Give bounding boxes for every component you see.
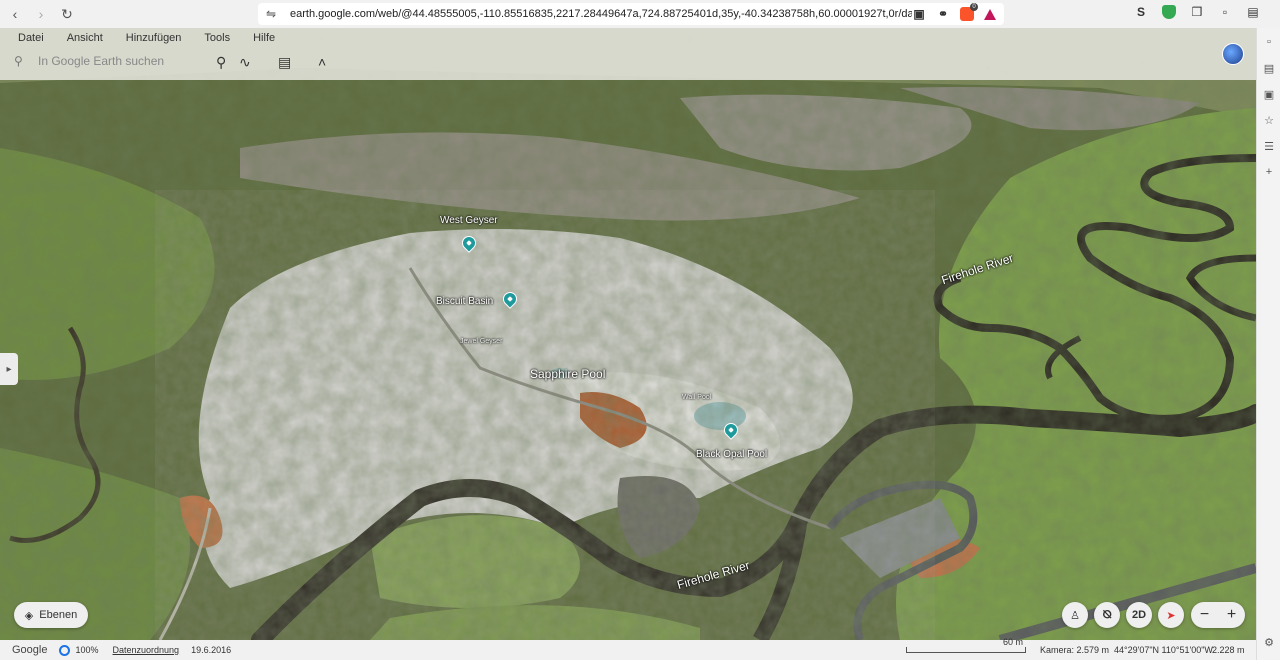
scale-value: 60 m [1002,637,1023,647]
imagery-date: 19.6.2016 [191,645,232,655]
zoom-control: − + [1191,602,1245,628]
layers-label: Ebenen [39,609,78,621]
brave-rewards-icon[interactable] [984,8,996,20]
menu-ansicht[interactable]: Ansicht [67,32,103,44]
browser-toolbar: ‹ › ↻ ☐ ⇋ earth.google.com/web/@44.48555… [0,0,1280,28]
downloads-icon[interactable]: ▫ [1218,5,1232,19]
layers-button[interactable]: ◈ Ebenen [14,602,88,628]
expand-panel-chevron-icon[interactable]: ▸ [0,353,18,385]
add-path-icon[interactable]: ∿ [239,54,251,71]
account-avatar[interactable] [1222,43,1244,65]
search-input[interactable]: In Google Earth suchen [38,54,164,68]
leo-icon[interactable]: ☆ [1257,108,1280,132]
wallet-icon[interactable]: ▤ [1246,5,1260,19]
menu-hilfe[interactable]: Hilfe [253,32,275,44]
camera-altitude: Kamera: 2.579 m [1040,645,1110,655]
loading-indicator-icon [59,644,71,656]
wallet-sidebar-icon[interactable]: ▣ [1257,82,1280,106]
compass-icon[interactable]: ➤ [1158,602,1184,628]
menu-tools[interactable]: Tools [204,32,230,44]
bookmarks-icon[interactable]: ▫ [1257,30,1280,54]
menu-bar: Datei Ansicht Hinzufügen Tools Hilfe [18,32,275,44]
search-icon: ⚲ [14,54,23,68]
forward-icon[interactable]: › [30,3,52,25]
collapse-chevron-icon[interactable]: ˄ [318,54,326,70]
install-app-icon[interactable]: ▣ [912,7,926,21]
add-panel-icon[interactable]: + [1257,160,1280,184]
tabs-icon[interactable]: ▤ [1257,56,1280,80]
share-icon[interactable]: ⚭ [936,7,950,21]
measure-icon[interactable]: ▤ [278,54,291,71]
place-label-biscuit-basin[interactable]: Biscuit Basin [436,296,493,307]
sidebar-settings-gear-icon[interactable]: ⚙ [1257,630,1280,654]
cursor-coordinates: 44°29'07"N 110°51'00"W [1114,645,1213,655]
attribution-link[interactable]: Datenzuordnung [113,645,180,655]
place-label-black-opal-pool[interactable]: Black Opal Pool [696,449,767,460]
brave-shields-icon[interactable]: 0 [960,3,978,21]
back-icon[interactable]: ‹ [4,3,26,25]
search-box[interactable]: ⚲ In Google Earth suchen [14,54,164,68]
zoom-in-button[interactable]: + [1227,606,1236,624]
pegman-icon[interactable]: ♙ [1062,602,1088,628]
extensions-puzzle-icon[interactable]: ❒ [1190,5,1204,19]
site-settings-icon[interactable]: ⇋ [266,7,282,21]
extension-shield-icon[interactable] [1162,5,1176,19]
address-bar[interactable]: ⇋ earth.google.com/web/@44.48555005,-110… [258,3,1004,25]
mode-2d-button[interactable]: 2D [1126,602,1152,628]
url-text[interactable]: earth.google.com/web/@44.48555005,-110.8… [290,8,912,20]
zoom-out-button[interactable]: − [1200,606,1209,624]
tilt-toggle-icon[interactable]: ⦰ [1094,602,1120,628]
menu-datei[interactable]: Datei [18,32,44,44]
status-bar: Google 100% Datenzuordnung 19.6.2016 60 … [0,637,1256,660]
place-label-jewel-geyser[interactable]: Jewel Geyser [460,338,502,345]
browser-sidebar: ▫ ▤ ▣ ☆ ☰ + ⚙ [1256,28,1280,660]
menu-hinzufuegen[interactable]: Hinzufügen [126,32,182,44]
place-label-west-geyser[interactable]: West Geyser [440,215,498,226]
add-placemark-icon[interactable]: ⚲ [216,54,226,71]
reading-list-icon[interactable]: ☰ [1257,134,1280,158]
layers-icon: ◈ [24,609,34,622]
extension-s-icon[interactable]: S [1134,5,1148,19]
earth-toolbar: Datei Ansicht Hinzufügen Tools Hilfe ⚲ I… [0,28,1256,80]
load-percent: 100% [75,645,99,655]
scale-bar: 60 m [906,637,1030,660]
reload-icon[interactable]: ↻ [56,3,78,25]
ground-altitude: 2.228 m [1212,645,1245,655]
place-label-wall-pool[interactable]: Wall Pool [682,394,711,401]
place-label-sapphire-pool[interactable]: Sapphire Pool [530,367,605,381]
google-logo: Google [12,644,48,656]
earth-3d-view[interactable]: West Geyser Biscuit Basin Jewel Geyser S… [0,28,1256,640]
